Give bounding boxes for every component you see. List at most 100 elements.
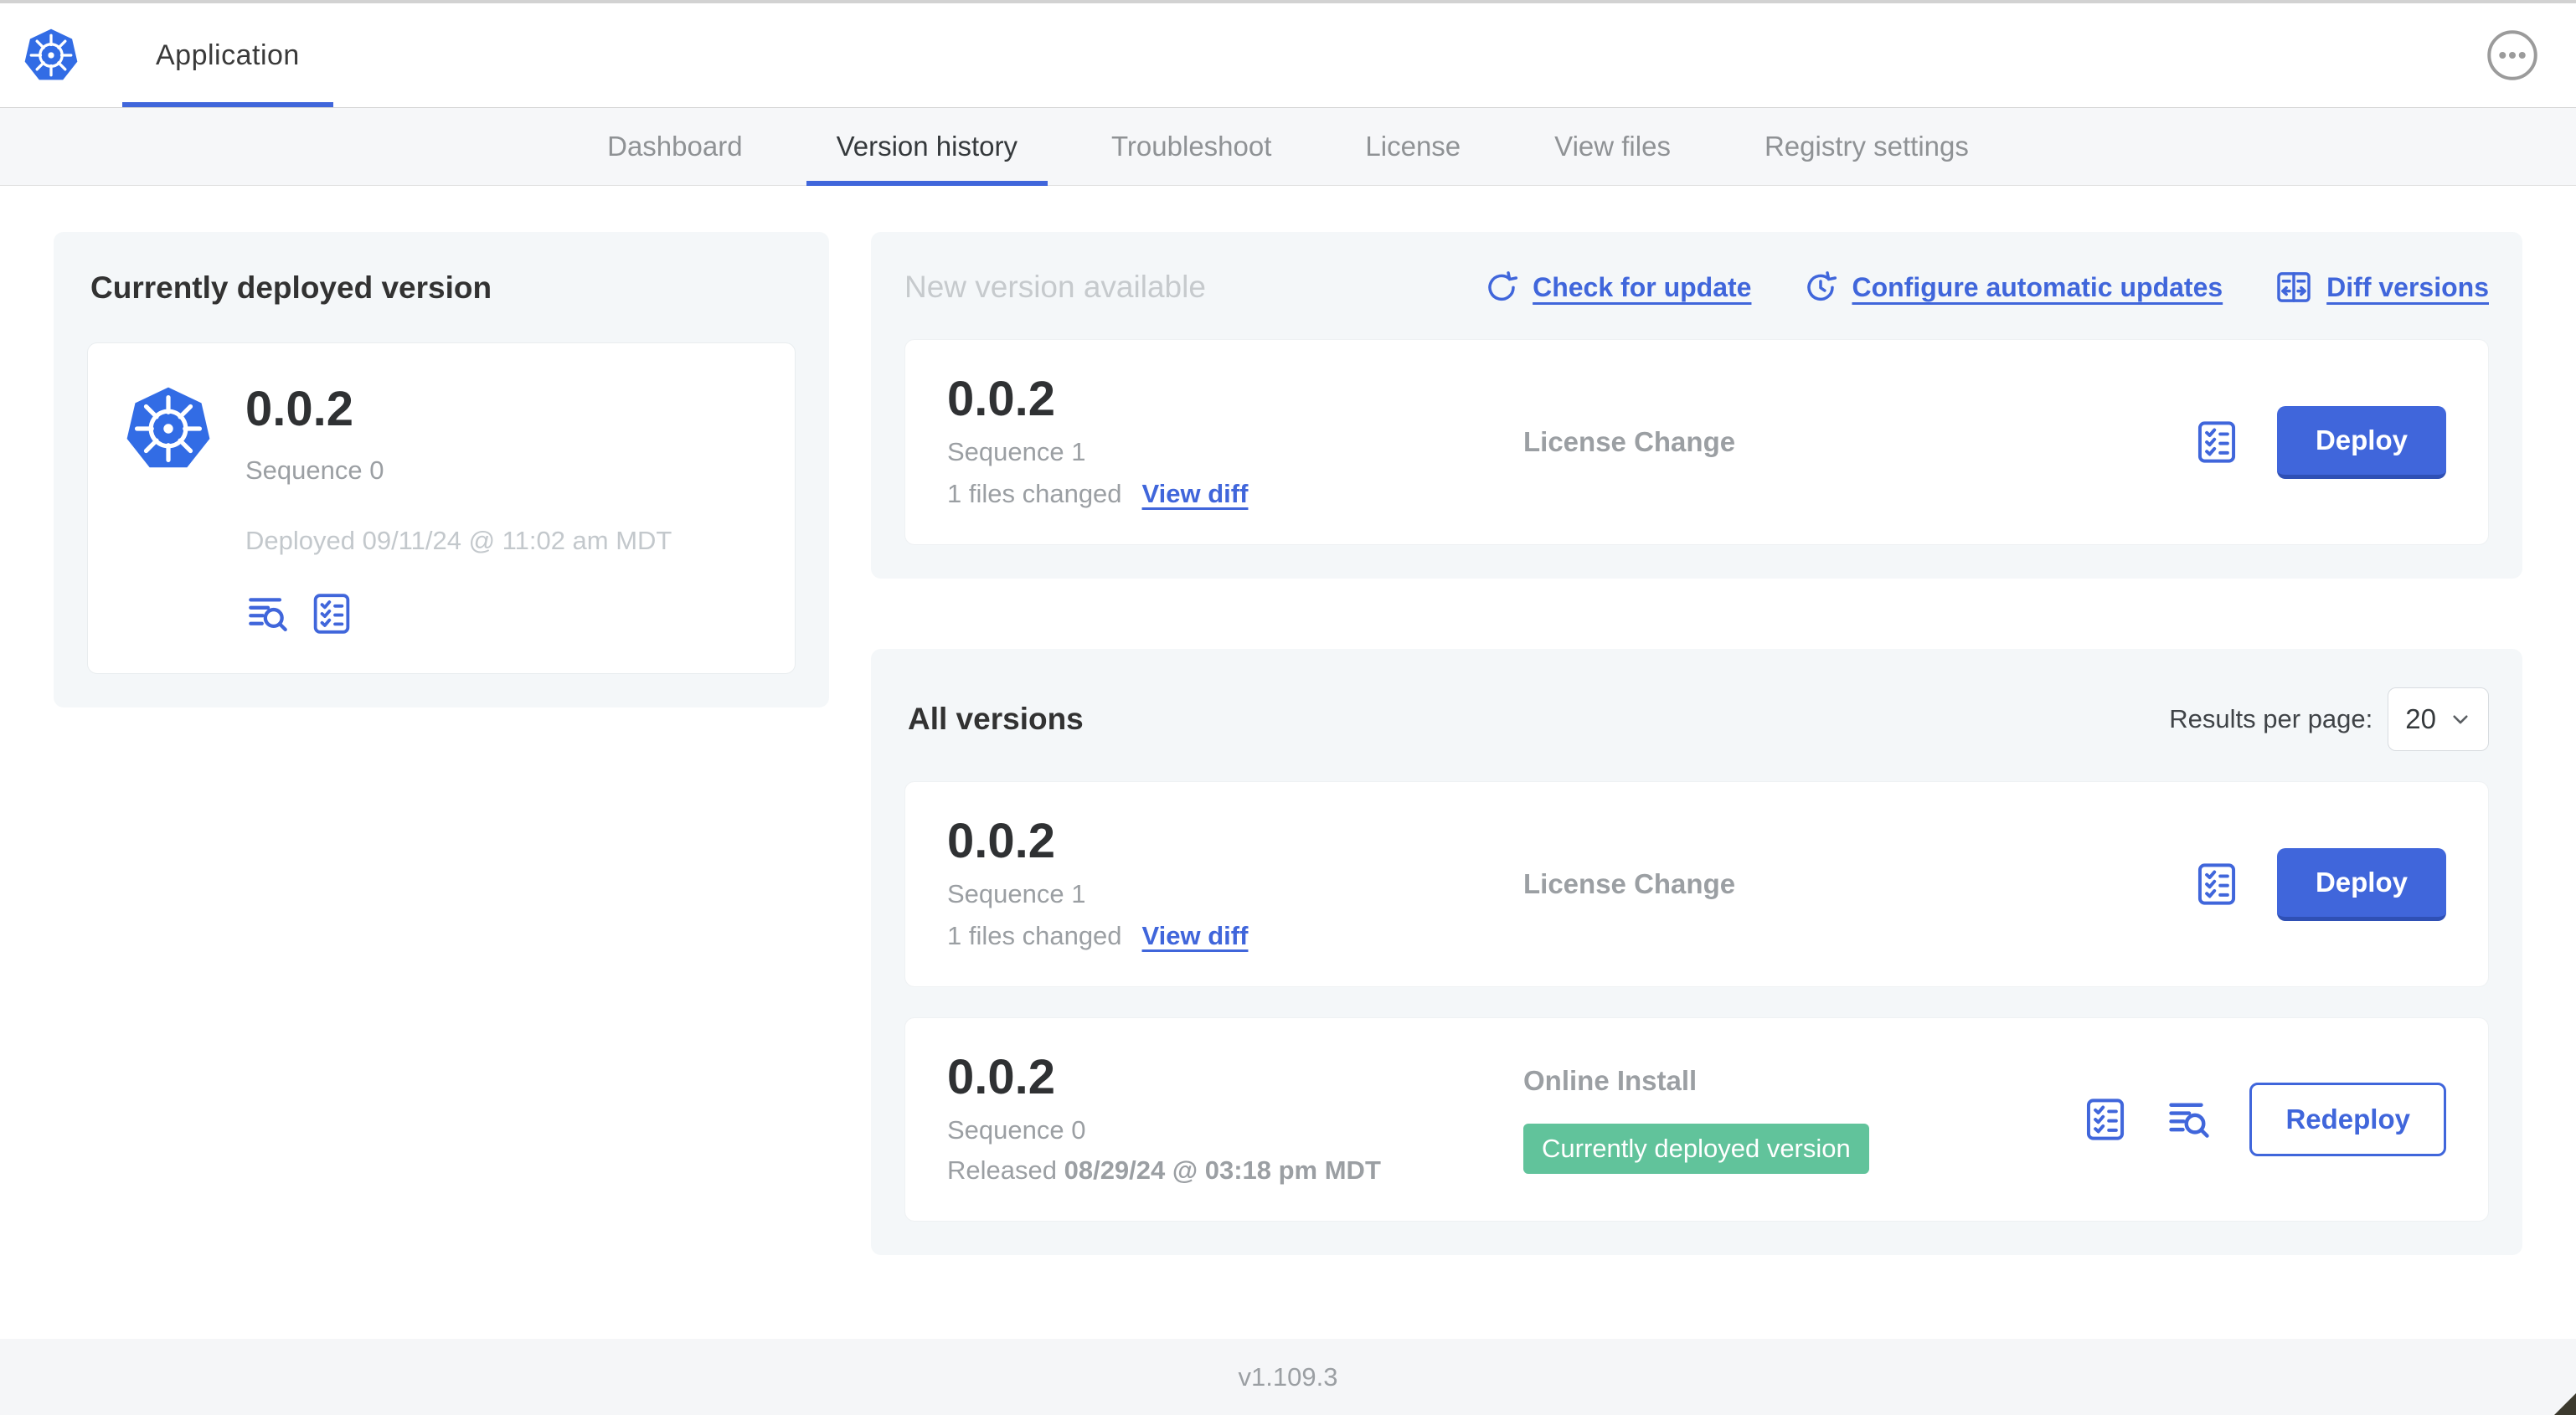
kubernetes-logo-icon bbox=[23, 28, 79, 83]
released-prefix: Released bbox=[947, 1155, 1064, 1185]
all-versions-header: All versions Results per page: 20 bbox=[908, 687, 2489, 751]
view-diff-link[interactable]: View diff bbox=[1142, 921, 1249, 951]
tab-dashboard[interactable]: Dashboard bbox=[577, 108, 772, 185]
version-number: 0.0.2 bbox=[245, 382, 353, 436]
preflight-checks-button[interactable] bbox=[2082, 1096, 2129, 1143]
new-version-header: New version available Check for update C… bbox=[904, 265, 2489, 309]
version-row: 0.0.2 Sequence 1 1 files changed View di… bbox=[904, 781, 2489, 987]
check-for-update-link[interactable]: Check for update bbox=[1484, 270, 1751, 305]
source-label: Online Install bbox=[1523, 1065, 1698, 1096]
kubernetes-logo-icon bbox=[125, 385, 212, 472]
released-timestamp: Released 08/29/24 @ 03:18 pm MDT bbox=[947, 1155, 1523, 1186]
results-per-page-select[interactable]: 20 bbox=[2388, 687, 2489, 751]
link-label: Configure automatic updates bbox=[1852, 271, 2223, 302]
current-version-panel: Currently deployed version 0.0.2 Sequenc… bbox=[54, 232, 829, 708]
new-version-card: 0.0.2 Sequence 1 1 files changed View di… bbox=[904, 339, 2489, 545]
sequence-label: Sequence 0 bbox=[947, 1115, 1086, 1145]
view-logs-icon bbox=[245, 591, 291, 636]
current-version-title: Currently deployed version bbox=[90, 270, 492, 305]
version-info: 0.0.2 Sequence 1 1 files changed View di… bbox=[947, 375, 1523, 509]
preflight-checks-icon bbox=[313, 594, 350, 634]
source-label: License Change bbox=[1523, 426, 1736, 457]
current-version-card: 0.0.2 Sequence 0 Deployed 09/11/24 @ 11:… bbox=[87, 342, 796, 674]
results-per-page: Results per page: 20 bbox=[2169, 687, 2489, 751]
version-number: 0.0.2 bbox=[947, 814, 1055, 868]
preflight-checks-icon bbox=[2087, 1099, 2125, 1140]
sequence-label: Sequence 1 bbox=[947, 879, 1086, 908]
application-tab-label: Application bbox=[156, 39, 300, 71]
results-per-page-value: 20 bbox=[2405, 703, 2436, 734]
redeploy-button[interactable]: Redeploy bbox=[2249, 1083, 2446, 1156]
deploy-button[interactable]: Deploy bbox=[2276, 847, 2446, 921]
version-source: License Change bbox=[1523, 426, 2193, 458]
tab-label: View files bbox=[1554, 131, 1671, 162]
source-label: License Change bbox=[1523, 868, 1736, 899]
mouse-cursor bbox=[2554, 1393, 2576, 1415]
tab-label: Version history bbox=[836, 131, 1018, 162]
new-version-panel: New version available Check for update C… bbox=[871, 232, 2522, 579]
files-changed-row: 1 files changed View diff bbox=[947, 921, 1523, 951]
app-subnav: Dashboard Version history Troubleshoot L… bbox=[0, 107, 2576, 186]
tab-troubleshoot[interactable]: Troubleshoot bbox=[1081, 108, 1301, 185]
tab-registry-settings[interactable]: Registry settings bbox=[1734, 108, 1999, 185]
version-source: License Change bbox=[1523, 868, 2193, 900]
currently-deployed-badge: Currently deployed version bbox=[1523, 1124, 1869, 1174]
main-content: Currently deployed version 0.0.2 Sequenc… bbox=[0, 186, 2576, 1339]
deploy-button[interactable]: Deploy bbox=[2276, 405, 2446, 479]
view-logs-button[interactable] bbox=[245, 591, 291, 636]
tab-license[interactable]: License bbox=[1335, 108, 1491, 185]
version-row: 0.0.2 Sequence 0 Released 08/29/24 @ 03:… bbox=[904, 1017, 2489, 1222]
all-versions-panel: All versions Results per page: 20 0.0.2 … bbox=[871, 649, 2522, 1255]
files-changed-label: 1 files changed bbox=[947, 921, 1122, 950]
released-date: 08/29/24 @ 03:18 pm MDT bbox=[1064, 1155, 1381, 1185]
all-versions-title: All versions bbox=[908, 702, 1084, 736]
application-tab[interactable]: Application bbox=[122, 3, 333, 107]
clock-refresh-icon bbox=[1807, 271, 1837, 301]
tab-view-files[interactable]: View files bbox=[1524, 108, 1701, 185]
current-version-details: 0.0.2 Sequence 0 Deployed 09/11/24 @ 11:… bbox=[245, 385, 672, 636]
more-menu-button[interactable] bbox=[2486, 28, 2539, 82]
files-changed-row: 1 files changed View diff bbox=[947, 479, 1523, 509]
chevron-down-icon bbox=[2453, 715, 2468, 724]
refresh-icon bbox=[1488, 271, 1518, 301]
version-actions: Deploy bbox=[2193, 405, 2446, 479]
view-logs-button[interactable] bbox=[2166, 1096, 2213, 1143]
console-version-label: v1.109.3 bbox=[1238, 1361, 1338, 1392]
version-number: 0.0.2 bbox=[947, 372, 1055, 426]
sequence-label: Sequence 0 bbox=[245, 455, 384, 485]
version-info: 0.0.2 Sequence 0 Released 08/29/24 @ 03:… bbox=[947, 1053, 1523, 1186]
current-version-actions bbox=[245, 591, 672, 636]
link-label: Diff versions bbox=[2326, 271, 2489, 302]
current-version-column: Currently deployed version 0.0.2 Sequenc… bbox=[54, 232, 829, 708]
version-source: Online Install Currently deployed versio… bbox=[1523, 1065, 2082, 1174]
version-actions: Redeploy bbox=[2082, 1083, 2446, 1156]
preflight-checks-button[interactable] bbox=[2193, 419, 2240, 466]
version-number: 0.0.2 bbox=[947, 1050, 1055, 1104]
app-header: Application bbox=[0, 3, 2576, 107]
tab-version-history[interactable]: Version history bbox=[806, 108, 1048, 186]
configure-automatic-updates-link[interactable]: Configure automatic updates bbox=[1803, 270, 2223, 305]
diff-versions-link[interactable]: Diff versions bbox=[2275, 268, 2489, 306]
new-version-title: New version available bbox=[904, 270, 1206, 304]
preflight-checks-button[interactable] bbox=[2193, 861, 2240, 908]
view-logs-icon bbox=[2166, 1096, 2213, 1143]
view-diff-link[interactable]: View diff bbox=[1142, 479, 1249, 509]
deployed-timestamp: Deployed 09/11/24 @ 11:02 am MDT bbox=[245, 526, 672, 555]
files-changed-label: 1 files changed bbox=[947, 479, 1122, 508]
tab-label: Troubleshoot bbox=[1111, 131, 1272, 162]
tab-label: Dashboard bbox=[607, 131, 743, 162]
diff-columns-icon bbox=[2277, 272, 2311, 302]
version-history-page: Application Dashboard Version history Tr… bbox=[0, 0, 2576, 1415]
app-footer: v1.109.3 bbox=[0, 1339, 2576, 1415]
preflight-checks-icon bbox=[2197, 863, 2236, 905]
version-info: 0.0.2 Sequence 1 1 files changed View di… bbox=[947, 817, 1523, 951]
version-actions: Deploy bbox=[2193, 847, 2446, 921]
tab-label: License bbox=[1365, 131, 1461, 162]
sequence-label: Sequence 1 bbox=[947, 437, 1086, 466]
version-action-links: Check for update Configure automatic upd… bbox=[1484, 268, 2489, 306]
preflight-checks-button[interactable] bbox=[309, 591, 354, 636]
link-label: Check for update bbox=[1533, 271, 1752, 302]
preflight-checks-icon bbox=[2197, 421, 2236, 463]
ellipsis-icon bbox=[2487, 30, 2537, 80]
versions-column: New version available Check for update C… bbox=[871, 232, 2522, 1255]
